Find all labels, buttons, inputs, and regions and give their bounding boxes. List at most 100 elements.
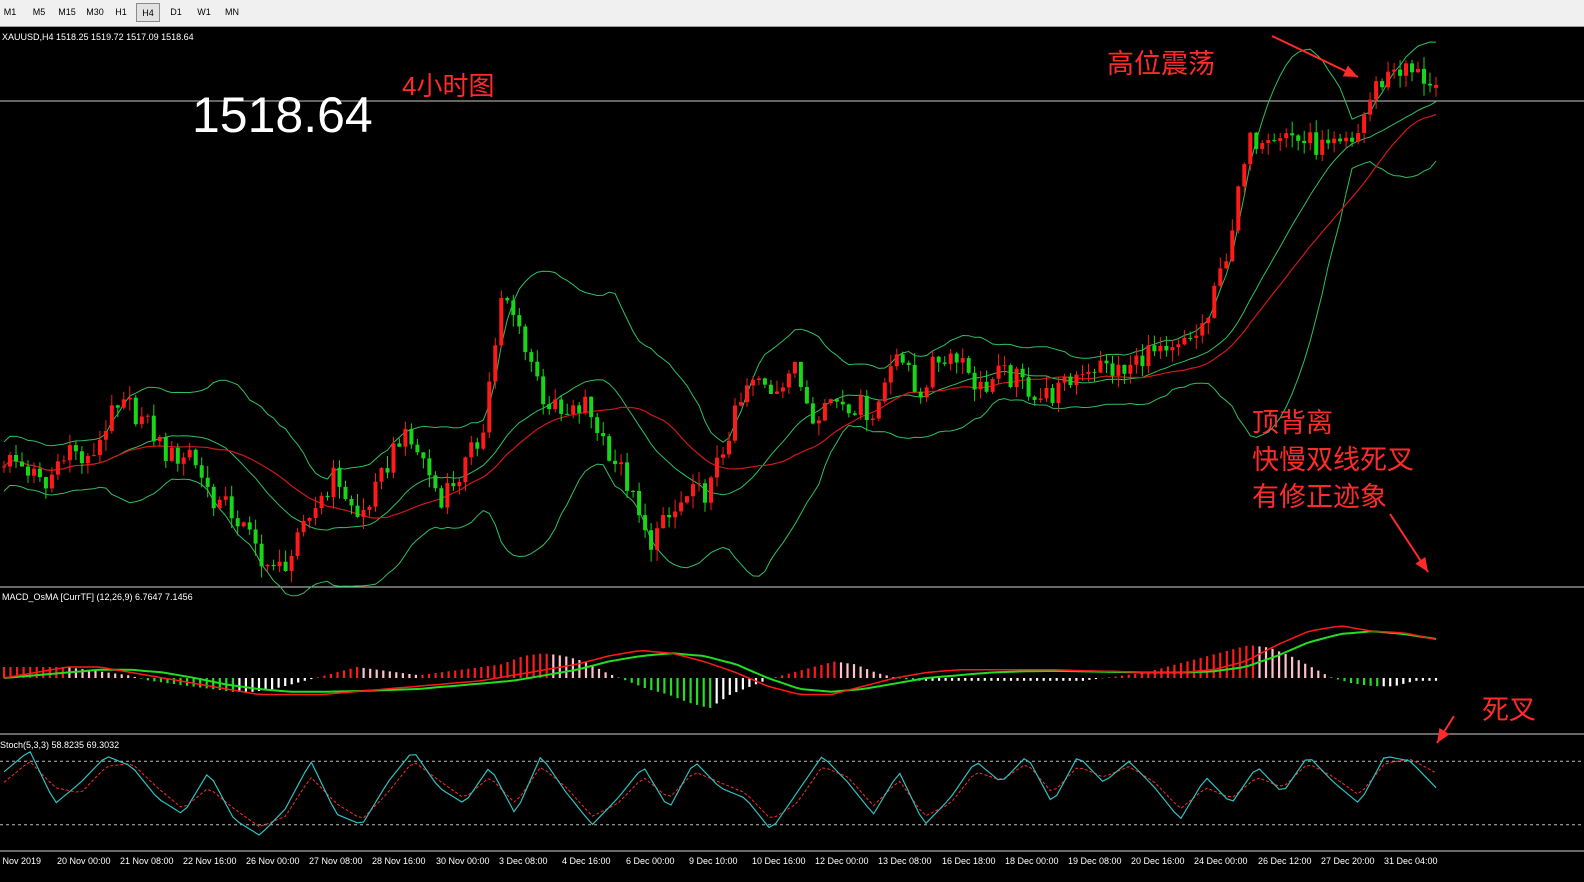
candle-body bbox=[1416, 68, 1420, 73]
candle-body bbox=[1230, 230, 1235, 262]
candle-body bbox=[816, 420, 821, 424]
candle-body bbox=[217, 499, 222, 509]
candle-body bbox=[1266, 140, 1271, 144]
candle-body bbox=[1026, 377, 1031, 397]
candle-body bbox=[1314, 132, 1319, 155]
candle-body bbox=[385, 468, 390, 473]
timeframe-button-mn[interactable]: MN bbox=[221, 3, 243, 22]
x-axis-label: 26 Nov 00:00 bbox=[246, 856, 300, 866]
candle-body bbox=[379, 468, 384, 482]
candle-body bbox=[427, 458, 432, 476]
candle-body bbox=[415, 444, 420, 453]
x-axis-label: 19 Dec 08:00 bbox=[1068, 856, 1122, 866]
timeframe-button-m1[interactable]: M1 bbox=[0, 3, 20, 22]
candle-body bbox=[49, 474, 54, 489]
candle-body bbox=[343, 486, 348, 499]
timeframe-button-m30[interactable]: M30 bbox=[83, 3, 107, 22]
candle-body bbox=[709, 477, 713, 503]
timeframe-button-m5[interactable]: M5 bbox=[27, 3, 51, 22]
candle-body bbox=[1188, 337, 1193, 339]
candle-body bbox=[169, 447, 174, 461]
candle-body bbox=[1014, 368, 1019, 387]
candle-body bbox=[1074, 374, 1079, 386]
candle-body bbox=[1362, 114, 1367, 133]
x-axis-label: 10 Dec 16:00 bbox=[752, 856, 806, 866]
candle-body bbox=[721, 454, 725, 458]
candle-body bbox=[792, 361, 797, 374]
candle-body bbox=[439, 488, 444, 508]
candle-body bbox=[559, 399, 564, 414]
candle-body bbox=[253, 529, 258, 544]
candle-body bbox=[26, 466, 30, 476]
candle-body bbox=[43, 477, 48, 489]
candle-body bbox=[1248, 132, 1253, 165]
x-axis-label: 12 Dec 00:00 bbox=[815, 856, 869, 866]
candle-body bbox=[475, 442, 480, 449]
candle-body bbox=[762, 378, 767, 385]
candle-body bbox=[1212, 285, 1217, 318]
timeframe-button-h4[interactable]: H4 bbox=[136, 3, 160, 22]
candle-body bbox=[1044, 387, 1049, 399]
timeframe-button-m15[interactable]: M15 bbox=[55, 3, 79, 22]
arrow-high-range-shaft bbox=[1271, 35, 1359, 78]
x-axis-label: 22 Nov 16:00 bbox=[183, 856, 237, 866]
timeframe-button-w1[interactable]: W1 bbox=[193, 3, 215, 22]
candle-body bbox=[319, 495, 324, 509]
candle-body bbox=[295, 532, 300, 556]
x-axis-label: 24 Dec 00:00 bbox=[1194, 856, 1248, 866]
x-axis-label: 16 Dec 18:00 bbox=[942, 856, 996, 866]
candle-body bbox=[2, 466, 6, 468]
candle-body bbox=[984, 381, 989, 392]
x-axis-label: 18 Dec 00:00 bbox=[1005, 856, 1059, 866]
candle-body bbox=[1392, 69, 1397, 72]
candle-body bbox=[1386, 71, 1391, 88]
candle-body bbox=[745, 385, 749, 403]
candle-body bbox=[990, 378, 995, 392]
candle-body bbox=[643, 515, 648, 531]
candle-body bbox=[727, 440, 731, 455]
candle-body bbox=[85, 455, 90, 464]
moving-average bbox=[3, 113, 1437, 519]
candle-body bbox=[199, 465, 204, 478]
candle-body bbox=[121, 399, 126, 408]
x-axis-label: 26 Dec 12:00 bbox=[1258, 856, 1312, 866]
candle-body bbox=[577, 405, 582, 413]
candle-body bbox=[942, 362, 947, 364]
candle-body bbox=[972, 372, 977, 390]
candle-body bbox=[1356, 133, 1361, 142]
candle-body bbox=[97, 439, 102, 456]
candle-body bbox=[697, 483, 701, 485]
candle-body bbox=[888, 366, 893, 383]
candle-body bbox=[481, 432, 486, 449]
candle-body bbox=[211, 486, 216, 509]
candle-body bbox=[1278, 138, 1283, 141]
candle-body bbox=[445, 483, 450, 508]
macd-indicator bbox=[2, 625, 1438, 708]
candle-body bbox=[1236, 186, 1241, 231]
candle-body bbox=[499, 298, 504, 346]
candle-body bbox=[337, 467, 342, 487]
candle-body bbox=[691, 484, 695, 497]
candle-body bbox=[1302, 140, 1307, 144]
candle-body bbox=[1380, 81, 1385, 88]
candle-body bbox=[283, 561, 288, 571]
timeframe-button-h1[interactable]: H1 bbox=[111, 3, 131, 22]
candle-body bbox=[1410, 63, 1414, 73]
candle-body bbox=[235, 518, 240, 527]
candle-body bbox=[876, 401, 881, 419]
timeframe-button-d1[interactable]: D1 bbox=[165, 3, 187, 22]
candle-body bbox=[739, 402, 743, 406]
candle-body bbox=[565, 413, 570, 415]
annotation-divergence-line-1: 顶背离 bbox=[1252, 408, 1333, 438]
candle-body bbox=[1116, 364, 1121, 376]
candle-body bbox=[679, 502, 684, 512]
candle-body bbox=[637, 491, 642, 516]
arrow-dead-cross-head bbox=[1437, 728, 1450, 743]
candle-body bbox=[133, 397, 138, 425]
candle-body bbox=[313, 508, 318, 518]
candle-body bbox=[631, 490, 636, 492]
candle-body bbox=[685, 496, 689, 503]
candle-body bbox=[91, 455, 96, 457]
candle-body bbox=[1434, 84, 1438, 88]
x-axis-label: 20 Dec 16:00 bbox=[1131, 856, 1185, 866]
